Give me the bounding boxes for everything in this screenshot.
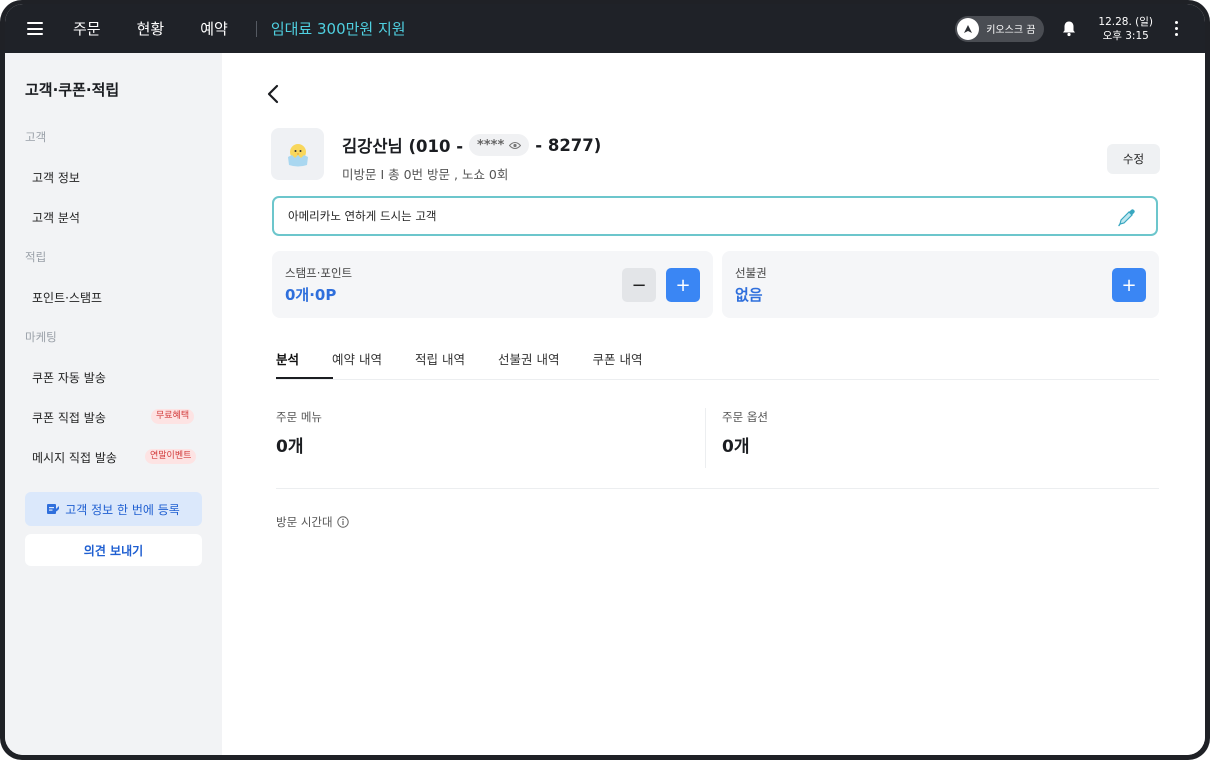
sidebar-title: 고객·쿠폰·적립: [25, 81, 120, 99]
tab-coupon-history[interactable]: 쿠폰 내역: [592, 349, 642, 380]
visit-time-label: 방문 시간대: [276, 515, 333, 529]
register-button-label: 고객 정보 한 번에 등록: [65, 502, 180, 517]
register-customers-button[interactable]: 고객 정보 한 번에 등록: [25, 492, 202, 526]
chick-icon: [287, 144, 308, 167]
tab-bar: 분석 예약 내역 적립 내역 선불권 내역 쿠폰 내역: [276, 349, 675, 380]
sidebar-section-points: 적립: [25, 250, 47, 264]
tabs-divider: [276, 379, 1159, 380]
sidebar-item-message-direct[interactable]: 메시지 직접 발송: [32, 449, 117, 466]
stamp-plus-button[interactable]: +: [666, 268, 700, 302]
sidebar-item-coupon-auto[interactable]: 쿠폰 자동 발송: [32, 369, 106, 386]
customer-name-line: 김강산님 (010 - **** - 8277): [342, 133, 601, 157]
prepaid-card-label: 선불권: [735, 266, 767, 280]
tab-prepaid-history[interactable]: 선불권 내역: [498, 349, 559, 380]
feedback-button[interactable]: 의견 보내기: [25, 534, 202, 566]
nav-status[interactable]: 현황: [137, 18, 165, 39]
memo-text: 아메리카노 연하게 드시는 고객: [288, 209, 437, 223]
menu-button[interactable]: [5, 4, 65, 53]
nav-reservation[interactable]: 예약: [200, 18, 228, 39]
order-menu-value: 0개: [276, 437, 304, 457]
tab-reservation-history[interactable]: 예약 내역: [332, 349, 382, 380]
topbar-right: 키오스크 끔 12.28. (일) 오후 3:15: [955, 15, 1205, 43]
stamp-point-card: 스탬프·포인트 0개·0P − +: [272, 251, 713, 318]
edit-button[interactable]: 수정: [1107, 144, 1160, 174]
stamp-card-value: 0개·0P: [285, 286, 337, 304]
clock-time: 오후 3:15: [1102, 29, 1149, 42]
promo-link[interactable]: 임대료 300만원 지원: [271, 18, 406, 39]
nav-order[interactable]: 주문: [73, 18, 101, 39]
kiosk-label: 키오스크 끔: [986, 25, 1036, 36]
register-icon: [47, 504, 60, 514]
order-menu-label: 주문 메뉴: [276, 410, 322, 424]
screen: 주문 현황 예약 임대료 300만원 지원 키오스크 끔 12.28. (일) …: [5, 4, 1205, 755]
hamburger-icon: [27, 22, 43, 35]
customer-name: 김강산님 (010 -: [342, 137, 464, 156]
masked-phone-toggle[interactable]: ****: [469, 134, 530, 156]
badge-free-benefit: 무료혜택: [151, 409, 195, 424]
prepaid-plus-button[interactable]: +: [1112, 268, 1146, 302]
badge-year-end-event: 연말이벤트: [145, 449, 197, 464]
sidebar-section-marketing: 마케팅: [25, 330, 57, 344]
customer-memo-field[interactable]: 아메리카노 연하게 드시는 고객: [272, 196, 1158, 236]
more-options-icon[interactable]: [1173, 21, 1179, 36]
visit-summary: 미방문 I 총 0번 방문 , 노쇼 0회: [342, 167, 509, 182]
avatar: [271, 128, 324, 180]
nav-divider: [255, 20, 257, 37]
prepaid-card: 선불권 없음 +: [722, 251, 1159, 318]
sidebar-item-points-stamps[interactable]: 포인트·스탬프: [32, 289, 102, 306]
clock: 12.28. (일) 오후 3:15: [1098, 15, 1153, 43]
section-divider: [276, 488, 1159, 489]
kiosk-toggle[interactable]: 키오스크 끔: [955, 15, 1045, 42]
notification-bell-icon[interactable]: [1058, 18, 1080, 40]
top-bar: 주문 현황 예약 임대료 300만원 지원 키오스크 끔 12.28. (일) …: [5, 4, 1205, 53]
sidebar-item-customer-analysis[interactable]: 고객 분석: [32, 209, 80, 226]
info-icon[interactable]: [336, 516, 349, 528]
tab-points-history[interactable]: 적립 내역: [415, 349, 465, 380]
order-option-value: 0개: [722, 437, 750, 457]
prepaid-card-value: 없음: [735, 286, 763, 304]
sidebar-section-customer: 고객: [25, 130, 47, 144]
sidebar-item-customer-info[interactable]: 고객 정보: [32, 169, 80, 186]
eye-icon: [509, 141, 522, 149]
stats-divider: [705, 408, 706, 468]
sidebar: 고객·쿠폰·적립 고객 고객 정보 고객 분석 적립 포인트·스탬프 마케팅 쿠…: [5, 53, 222, 755]
dropper-pen-icon[interactable]: [1116, 206, 1138, 228]
customer-phone-suffix: - 8277): [535, 135, 602, 155]
clock-date: 12.28. (일): [1098, 15, 1153, 28]
visit-time-heading: 방문 시간대: [276, 514, 349, 530]
masked-phone: ****: [477, 137, 505, 153]
order-option-label: 주문 옵션: [722, 410, 768, 424]
back-arrow-icon[interactable]: [264, 82, 284, 106]
main-content: 김강산님 (010 - **** - 8277) 미방문 I 총 0번 방문 ,…: [222, 53, 1205, 755]
kiosk-icon: [957, 17, 980, 40]
tab-analysis[interactable]: 분석: [276, 349, 299, 380]
sidebar-item-coupon-direct[interactable]: 쿠폰 직접 발송: [32, 409, 106, 426]
device-frame: 주문 현황 예약 임대료 300만원 지원 키오스크 끔 12.28. (일) …: [0, 0, 1210, 760]
stamp-minus-button[interactable]: −: [622, 268, 656, 302]
stamp-card-label: 스탬프·포인트: [285, 266, 353, 280]
